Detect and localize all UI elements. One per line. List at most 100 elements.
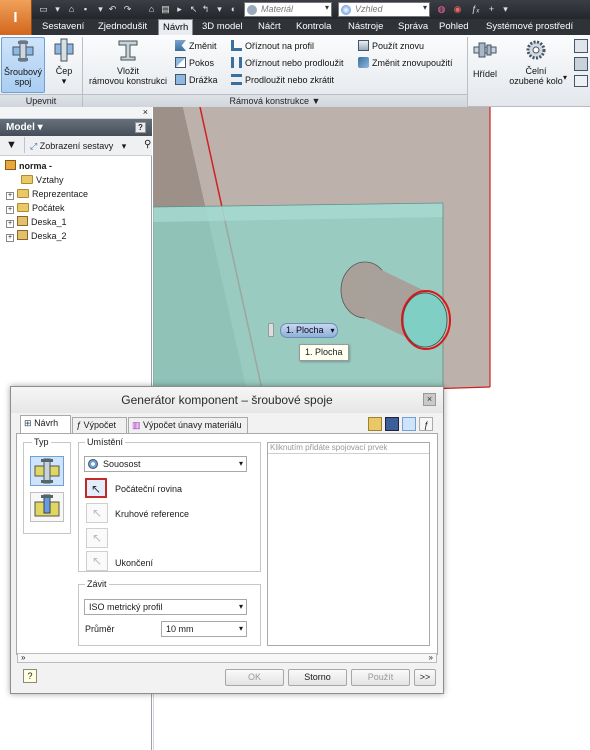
sketch-icon[interactable]: ◐ bbox=[228, 4, 239, 15]
bearing-icon[interactable] bbox=[574, 39, 588, 53]
select-icon[interactable]: ↖ bbox=[188, 4, 199, 15]
folder-icon bbox=[21, 175, 33, 184]
tab-zjednodusit[interactable]: Zjednodušit bbox=[98, 19, 147, 35]
tab-vypocet[interactable]: ƒ Výpočet bbox=[72, 417, 127, 433]
properties-icon[interactable]: ▤ bbox=[160, 4, 171, 15]
start-plane-select-button[interactable]: ↖ bbox=[85, 478, 107, 498]
material-combo[interactable]: Materiál ▾ bbox=[244, 2, 332, 17]
adjust-icon[interactable]: ◉ bbox=[452, 4, 463, 15]
properties-icon[interactable] bbox=[402, 417, 416, 431]
expand-icon[interactable]: + bbox=[6, 220, 14, 228]
tree-root[interactable]: norma - bbox=[5, 159, 52, 173]
appearance-combo[interactable]: Vzhled ▾ bbox=[338, 2, 430, 17]
placement-select[interactable]: Souosost ▾ bbox=[84, 456, 247, 472]
close-button[interactable]: × bbox=[423, 393, 436, 406]
dialog-title[interactable]: Generátor komponent – šroubové spoje bbox=[11, 387, 443, 413]
open-icon[interactable]: ▾ bbox=[52, 4, 63, 15]
application-menu-button[interactable]: I bbox=[0, 0, 32, 35]
help-button[interactable]: ? bbox=[23, 669, 37, 683]
spur-gear-button[interactable]: Čelní ozubené kolo bbox=[505, 37, 567, 93]
tab-sprava[interactable]: Správa bbox=[398, 19, 428, 35]
change-button[interactable]: Změnit bbox=[175, 39, 217, 53]
termination-select-button[interactable]: ↖ bbox=[86, 551, 108, 571]
extra-select-button[interactable]: ↖ bbox=[86, 528, 108, 548]
filter-icon[interactable]: ▼ bbox=[6, 139, 17, 151]
bolt-connection-button[interactable]: Šroubový spoj bbox=[1, 37, 45, 93]
tab-navrh[interactable]: ⊞ Návrh bbox=[20, 415, 71, 434]
shaft-button[interactable]: Hřídel bbox=[470, 37, 500, 93]
new-icon[interactable]: ▭ bbox=[38, 4, 49, 15]
tab-sestaveni[interactable]: Sestavení bbox=[42, 19, 84, 35]
expand-bar[interactable]: » » bbox=[17, 653, 437, 663]
notch-button[interactable]: Drážka bbox=[175, 73, 218, 87]
diameter-select[interactable]: 10 mm ▾ bbox=[161, 621, 247, 637]
tree-item-deska-2[interactable]: + Deska_2 bbox=[6, 229, 67, 243]
help-icon: ? bbox=[27, 671, 33, 681]
key-icon[interactable] bbox=[574, 75, 588, 87]
lengthen-shorten-button[interactable]: Prodloužit nebo zkrátit bbox=[231, 73, 334, 87]
home-icon[interactable]: ⌂ bbox=[146, 4, 157, 15]
tree-item-pocatek[interactable]: + Počátek bbox=[6, 201, 65, 215]
thread-select[interactable]: ISO metrický profil ▾ bbox=[84, 599, 247, 615]
trim-to-frame-button[interactable]: Oříznout na profil bbox=[231, 39, 314, 53]
save-icon[interactable] bbox=[385, 417, 399, 431]
tab-pohled[interactable]: Pohled bbox=[439, 19, 469, 35]
redo-icon[interactable]: ↷ bbox=[122, 4, 133, 15]
spring-icon[interactable] bbox=[574, 57, 588, 71]
panel-upevnit-label[interactable]: Upevnit bbox=[0, 94, 82, 107]
tab-navrh[interactable]: Návrh bbox=[158, 19, 194, 35]
reuse-button[interactable]: Použít znovu bbox=[358, 39, 424, 53]
expand-icon[interactable]: + bbox=[6, 234, 14, 242]
tab-nastroje[interactable]: Nástroje bbox=[348, 19, 383, 35]
tab-systemove-prostredi[interactable]: Systémové prostředí bbox=[486, 19, 573, 35]
return-icon[interactable]: ↰ bbox=[200, 4, 211, 15]
tag-handle[interactable] bbox=[268, 323, 274, 337]
save-icon[interactable]: ▪ bbox=[80, 4, 91, 15]
pin-button[interactable]: Čep ▾ bbox=[48, 37, 80, 93]
assembly-view-dropdown[interactable]: ⤢ Zobrazení sestavy ▾ bbox=[30, 139, 126, 153]
find-icon[interactable]: ⚲ bbox=[144, 139, 151, 150]
trim-extend-button[interactable]: Oříznout nebo prodloužit bbox=[231, 56, 344, 70]
more-button[interactable]: >> bbox=[414, 669, 436, 686]
dropdown-icon[interactable]: ▾ bbox=[214, 4, 225, 15]
trim-icon bbox=[231, 40, 242, 51]
cancel-button[interactable]: Storno bbox=[288, 669, 347, 686]
close-icon[interactable]: × bbox=[143, 107, 148, 118]
tree-item-vztahy[interactable]: Vztahy bbox=[21, 173, 64, 187]
clear-appearance-icon[interactable]: ◍ bbox=[436, 4, 447, 15]
tab-vypocet-unavy[interactable]: ▥ Výpočet únavy materiálu bbox=[128, 417, 248, 433]
open-folder-icon[interactable]: ⌂ bbox=[66, 4, 77, 15]
through-bolt-type-button[interactable] bbox=[30, 456, 64, 486]
expand-icon[interactable]: » bbox=[21, 653, 25, 662]
blind-bolt-type-button[interactable] bbox=[30, 492, 64, 522]
fx-icon[interactable]: ƒ bbox=[419, 417, 433, 431]
insert-frame-button[interactable]: Vložit rámovou konstrukci bbox=[86, 37, 170, 93]
tree-item-reprezentace[interactable]: + Reprezentace bbox=[6, 187, 88, 201]
browser-header[interactable]: Model ▾ ? bbox=[0, 119, 152, 136]
circular-reference-select-button[interactable]: ↖ bbox=[86, 503, 108, 523]
tab-kontrola[interactable]: Kontrola bbox=[296, 19, 331, 35]
help-icon[interactable]: ? bbox=[135, 122, 146, 133]
undo-icon[interactable]: ↶ bbox=[107, 4, 118, 15]
tab-3d-model[interactable]: 3D model bbox=[202, 19, 243, 35]
chevron-down-icon[interactable]: ▾ bbox=[563, 73, 567, 82]
tree-item-deska-1[interactable]: + Deska_1 bbox=[6, 215, 67, 229]
selection-tag[interactable]: 1. Plocha ▾ bbox=[280, 323, 338, 338]
miter-button[interactable]: Pokos bbox=[175, 56, 214, 70]
fx-icon[interactable]: ƒₓ bbox=[470, 4, 481, 15]
expand-icon[interactable]: » bbox=[429, 653, 433, 662]
panel-frame-label[interactable]: Rámová konstrukce ▼ bbox=[83, 94, 467, 107]
tab-nacrt[interactable]: Náčrt bbox=[258, 19, 281, 35]
update-icon[interactable]: ▸ bbox=[174, 4, 185, 15]
expand-icon[interactable]: + bbox=[6, 206, 14, 214]
notch-icon bbox=[175, 74, 186, 85]
open-folder-icon[interactable] bbox=[368, 417, 382, 431]
fastener-list[interactable]: Kliknutím přidáte spojovací prvek bbox=[267, 442, 430, 646]
plus-icon[interactable]: + bbox=[486, 4, 497, 15]
customize-icon[interactable]: ▾ bbox=[500, 4, 511, 15]
ok-button[interactable]: OK bbox=[225, 669, 284, 686]
save-dropdown-icon[interactable]: ▾ bbox=[95, 4, 106, 15]
apply-button[interactable]: Použít bbox=[351, 669, 410, 686]
expand-icon[interactable]: + bbox=[6, 192, 14, 200]
change-reuse-button[interactable]: Změnit znovupoužití bbox=[358, 56, 453, 70]
